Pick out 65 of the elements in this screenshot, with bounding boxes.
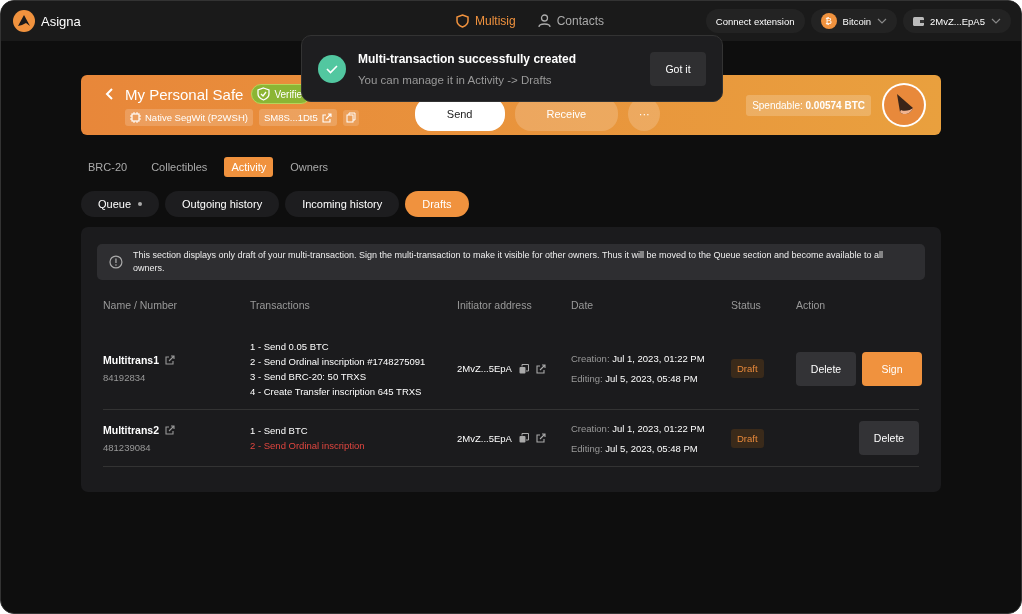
- tab[interactable]: Collectibles: [144, 157, 215, 177]
- creation-date: Creation: Jul 1, 2023, 01:22 PM: [571, 422, 706, 434]
- external-link-icon[interactable]: [535, 433, 546, 444]
- delete-button[interactable]: Delete: [796, 351, 856, 386]
- draft-name: Multitrans2: [103, 423, 159, 436]
- network-selector[interactable]: ₿ Bitcoin: [810, 9, 898, 33]
- column-header: Name / Number: [103, 299, 179, 312]
- delete-button[interactable]: Delete: [859, 421, 919, 456]
- external-link-icon[interactable]: [165, 424, 175, 435]
- transaction-line: 1 - Send 0.05 BTC: [250, 340, 330, 352]
- spendable-balance: Spendable: 0.00574 BTC: [746, 94, 871, 116]
- status-badge: Draft: [731, 359, 764, 379]
- info-icon: [109, 255, 123, 270]
- column-header: Date: [571, 299, 595, 312]
- logo-icon: [13, 10, 35, 32]
- address-type-tag: Native SegWit (P2WSH): [125, 109, 253, 126]
- copy-icon[interactable]: [518, 433, 529, 444]
- person-icon: [537, 14, 551, 28]
- creation-date: Creation: Jul 1, 2023, 01:22 PM: [571, 353, 706, 365]
- column-header: Status: [731, 299, 762, 312]
- status-badge: Draft: [731, 428, 764, 448]
- wallet-selector[interactable]: 2MvZ...EpA5: [903, 9, 1011, 33]
- chip-icon: [130, 112, 141, 123]
- toast-message: You can manage it in Activity -> Drafts: [358, 73, 553, 86]
- filter-tab[interactable]: Queue: [81, 191, 160, 217]
- bitcoin-icon: ₿: [820, 13, 837, 29]
- info-text: This section displays only draft of your multi-transaction. Sign the multi-transaction to make it visible for other owners. Thus it will be moved to the Queue section and become available to all owners.: [132, 249, 885, 276]
- back-icon[interactable]: [105, 88, 113, 100]
- initiator-address: 2MvZ...5EpA: [457, 432, 512, 444]
- safe-name: My Personal Safe: [125, 85, 244, 103]
- draft-name: Multitrans1: [103, 354, 159, 367]
- check-shield-icon: [257, 87, 271, 101]
- copy-icon[interactable]: [518, 363, 529, 374]
- wallet-icon: [913, 16, 925, 26]
- safe-address-tag: SM8S...1Dt5: [258, 109, 337, 126]
- column-header: Initiator address: [457, 299, 533, 312]
- external-link-icon[interactable]: [535, 363, 546, 374]
- nav-link[interactable]: Contacts: [537, 14, 605, 28]
- tab[interactable]: Owners: [283, 157, 336, 177]
- brand-name: Asigna: [41, 13, 81, 29]
- column-header: Transactions: [250, 299, 311, 312]
- draft-number: 84192834: [103, 372, 147, 384]
- filter-tab[interactable]: Outgoing history: [165, 191, 280, 217]
- transaction-line: 3 - Send BRC-20: 50 TRXS: [250, 370, 367, 382]
- tab[interactable]: BRC-20: [81, 157, 135, 177]
- chevron-down-icon: [877, 18, 888, 24]
- nav-link[interactable]: Multisig: [456, 14, 516, 28]
- transaction-line: 2 - Send Ordinal inscription: [250, 440, 366, 452]
- got-it-button[interactable]: Got it: [650, 51, 706, 86]
- safe-avatar-icon: [881, 82, 927, 128]
- chevron-down-icon: [991, 18, 1001, 24]
- connect-extension-button[interactable]: Connect extension: [705, 9, 805, 33]
- column-header: Action: [796, 299, 827, 312]
- editing-date: Editing: Jul 5, 2023, 05:48 PM: [571, 373, 699, 385]
- toast-title: Multi-transaction successfully created: [358, 51, 577, 66]
- success-check-icon: [318, 54, 346, 83]
- editing-date: Editing: Jul 5, 2023, 05:48 PM: [571, 442, 699, 454]
- transaction-line: 4 - Create Transfer inscription 645 TRXS: [250, 385, 423, 397]
- initiator-address: 2MvZ...5EpA: [457, 363, 512, 375]
- external-link-icon[interactable]: [165, 355, 175, 366]
- filter-tab[interactable]: Incoming history: [285, 191, 400, 217]
- transaction-line: 1 - Send BTC: [250, 425, 309, 437]
- transaction-line: 2 - Send Ordinal inscription #1748275091: [250, 355, 427, 367]
- shield-icon: [456, 14, 469, 28]
- draft-number: 481239084: [103, 441, 152, 453]
